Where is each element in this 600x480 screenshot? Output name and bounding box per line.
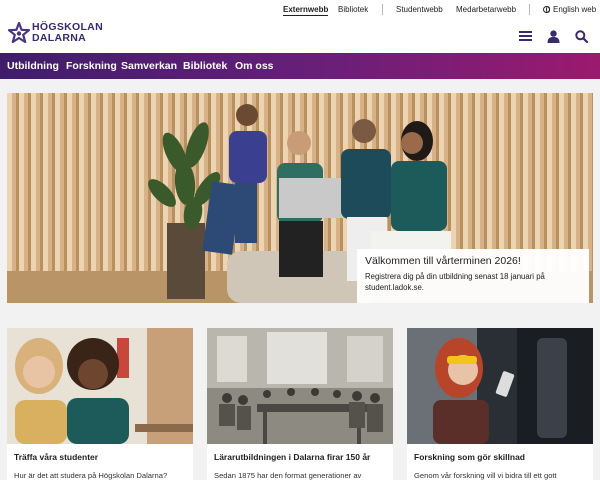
card-text: Hur är det att studera på Högskolan Dala… bbox=[14, 471, 168, 480]
utility-link-studentwebb[interactable]: Studentwebb bbox=[396, 5, 443, 14]
card-title: Träffa våra studenter bbox=[14, 452, 99, 462]
user-icon[interactable] bbox=[547, 30, 560, 43]
card-text: Sedan 1875 har den format generationer a… bbox=[214, 471, 362, 480]
news-card-research[interactable]: Forskning som gör skillnad Genom vår for… bbox=[407, 328, 593, 480]
utility-separator bbox=[382, 4, 383, 15]
nav-item-utbildning[interactable]: Utbildning bbox=[7, 60, 59, 72]
search-icon[interactable] bbox=[575, 30, 588, 43]
logo-star-icon bbox=[8, 22, 30, 44]
menu-icon[interactable] bbox=[519, 30, 532, 42]
card-title: Lärarutbildningen i Dalarna firar 150 år bbox=[214, 452, 371, 462]
nav-item-bibliotek[interactable]: Bibliotek bbox=[183, 60, 227, 72]
nav-item-samverkan[interactable]: Samverkan bbox=[121, 60, 177, 72]
utility-link-externwebb[interactable]: Externwebb bbox=[283, 5, 329, 16]
utility-separator bbox=[529, 4, 530, 15]
hero-text-line2: student.ladok.se. bbox=[365, 283, 424, 292]
utility-link-medarbetarwebb[interactable]: Medarbetarwebb bbox=[456, 5, 516, 14]
card-image-historical bbox=[207, 328, 393, 444]
logo-text: HÖGSKOLAN DALARNA bbox=[32, 21, 103, 44]
news-card-students[interactable]: Träffa våra studenter Hur är det att stu… bbox=[7, 328, 193, 480]
hero-text-line1: Registrera dig på din utbildning senast … bbox=[365, 272, 545, 281]
nav-item-forskning[interactable]: Forskning bbox=[66, 60, 117, 72]
card-image-students bbox=[7, 328, 193, 444]
main-nav: Utbildning Forskning Samverkan Bibliotek… bbox=[0, 53, 600, 79]
hero-title: Välkommen till vårterminen 2026! bbox=[365, 255, 521, 267]
globe-icon bbox=[543, 6, 550, 13]
language-link[interactable]: English web bbox=[553, 5, 596, 14]
card-image-research bbox=[407, 328, 593, 444]
utility-bar: Externwebb Bibliotek Studentwebb Medarbe… bbox=[0, 0, 600, 20]
card-title: Forskning som gör skillnad bbox=[414, 452, 525, 462]
logo[interactable]: HÖGSKOLAN DALARNA bbox=[8, 20, 118, 46]
hero-caption-card[interactable]: Välkommen till vårterminen 2026! Registr… bbox=[357, 249, 589, 303]
nav-item-om-oss[interactable]: Om oss bbox=[235, 60, 274, 72]
card-text: Genom vår forskning vill vi bidra till e… bbox=[414, 471, 557, 480]
news-card-teacher-education[interactable]: Lärarutbildningen i Dalarna firar 150 år… bbox=[207, 328, 393, 480]
utility-link-bibliotek[interactable]: Bibliotek bbox=[338, 5, 368, 14]
